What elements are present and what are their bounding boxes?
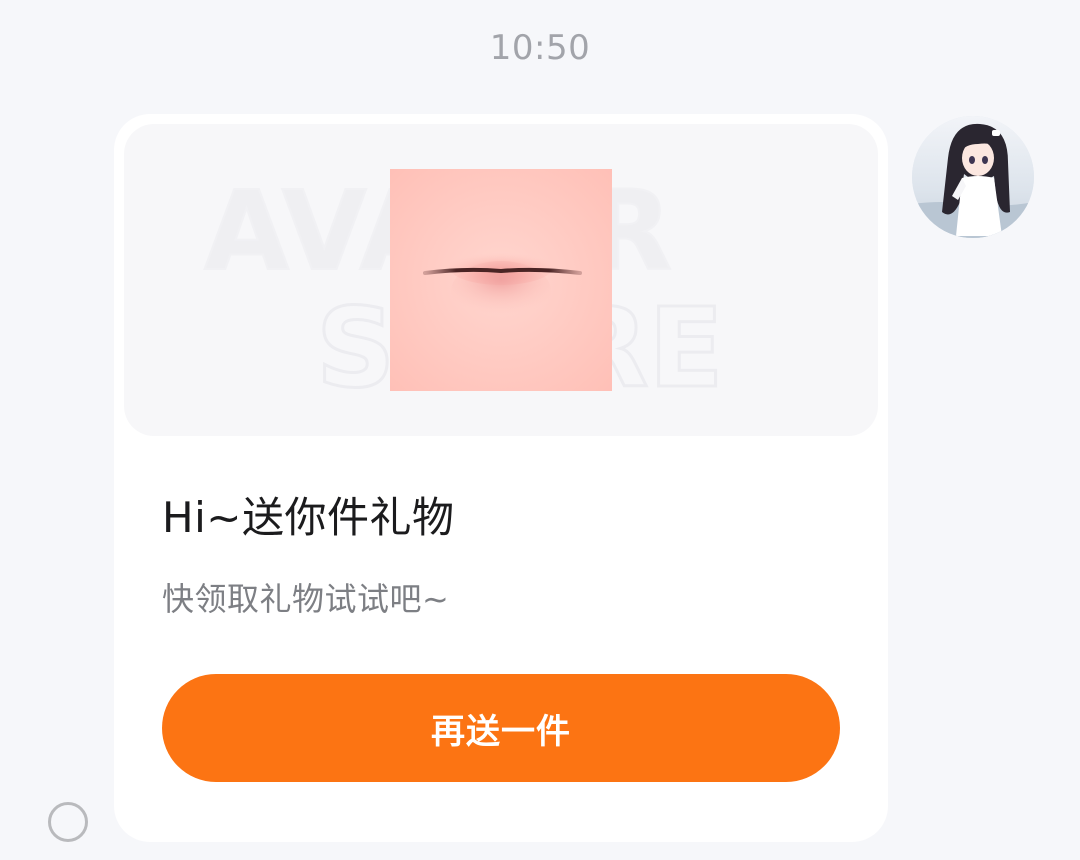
chat-page: 10:50 AVATAR STORE: [0, 0, 1080, 860]
gift-subtitle: 快领取礼物试试吧~: [162, 580, 450, 618]
message-timestamp: 10:50: [489, 28, 591, 68]
gift-message-card[interactable]: AVATAR STORE: [114, 114, 888, 842]
gift-title: Hi~送你件礼物: [162, 493, 455, 542]
gift-banner: AVATAR STORE: [124, 124, 878, 436]
lips-icon: [390, 169, 612, 391]
anime-girl-avatar-icon: [912, 116, 1034, 238]
sender-avatar[interactable]: [912, 116, 1034, 238]
send-another-button[interactable]: 再送一件: [162, 674, 840, 782]
circle-status-icon[interactable]: [48, 802, 88, 842]
lips-sticker-image: [390, 169, 612, 391]
